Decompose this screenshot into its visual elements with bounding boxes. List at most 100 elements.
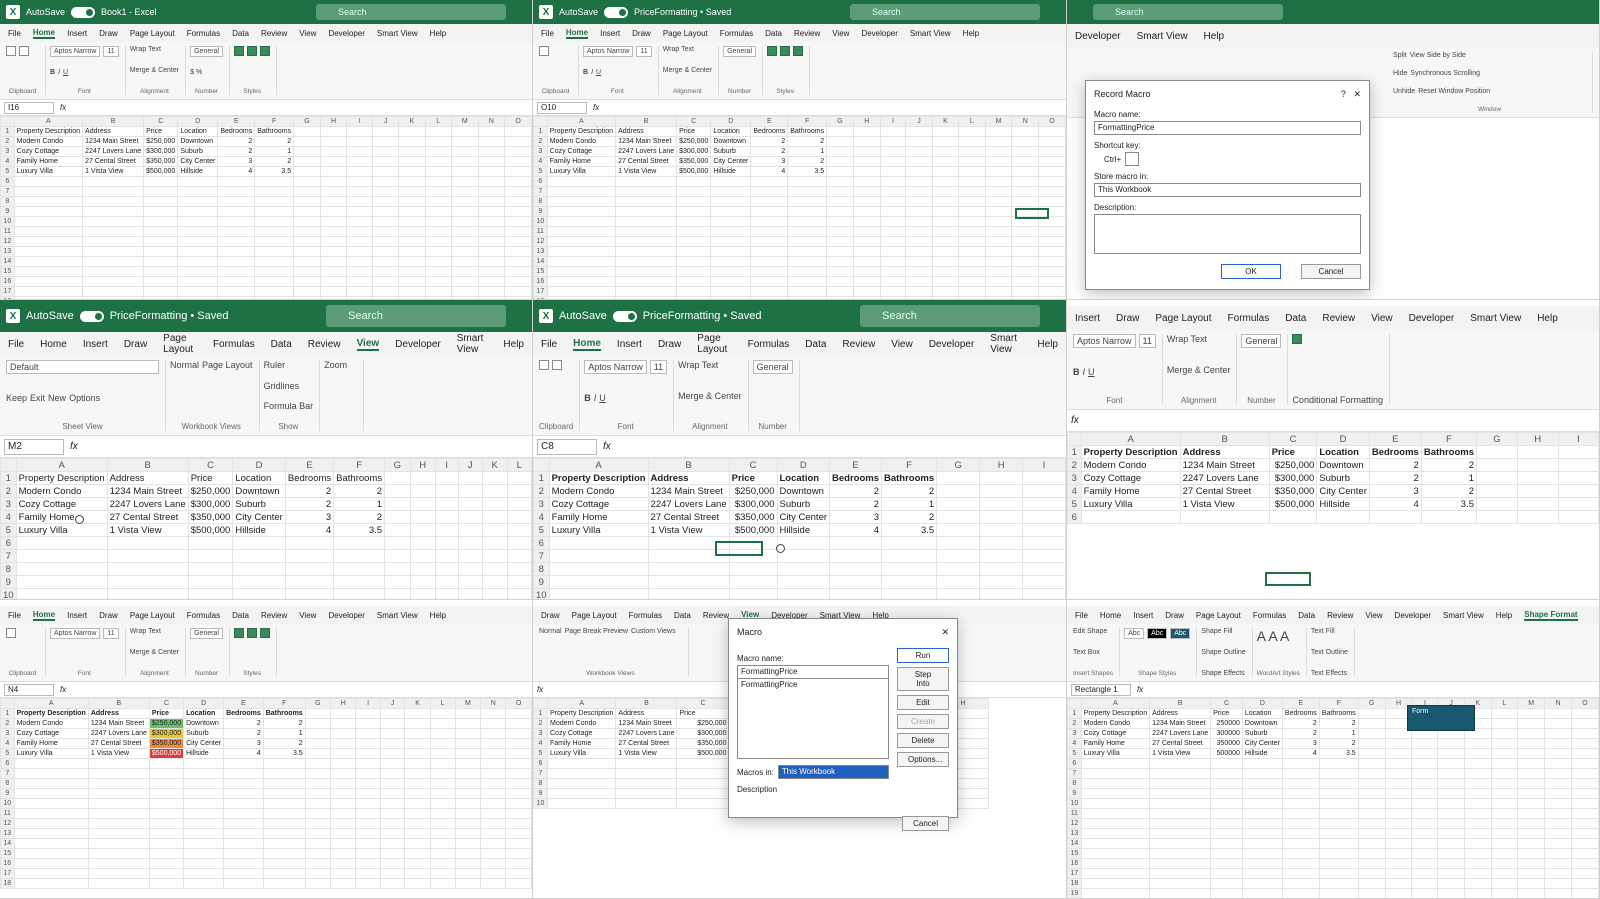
- tab-review[interactable]: Review: [261, 29, 287, 38]
- cell[interactable]: [1570, 808, 1599, 819]
- cell[interactable]: 2247 Lovers Lane: [615, 728, 678, 739]
- row-header[interactable]: 18: [0, 878, 15, 889]
- cell[interactable]: 1 Vista View: [106, 523, 189, 537]
- cell[interactable]: [506, 536, 532, 550]
- cell[interactable]: [187, 536, 234, 550]
- column-header[interactable]: L: [958, 116, 986, 127]
- cell[interactable]: [284, 562, 335, 576]
- worksheet-grid[interactable]: A B C D E F G H I J K L 1 Property Description Address…: [0, 458, 532, 599]
- cell[interactable]: Modern Condo: [13, 718, 89, 729]
- cell[interactable]: [984, 146, 1013, 157]
- cell[interactable]: [504, 236, 532, 247]
- cell[interactable]: Bathrooms: [333, 471, 386, 485]
- cell[interactable]: [936, 497, 981, 511]
- shortcut-key-input[interactable]: [1125, 152, 1140, 166]
- cell[interactable]: [1011, 136, 1040, 147]
- cell[interactable]: [13, 808, 89, 819]
- cell[interactable]: [143, 256, 179, 267]
- row-header[interactable]: 13: [533, 246, 548, 257]
- cell[interactable]: [1384, 818, 1413, 829]
- column-header[interactable]: J: [379, 698, 406, 709]
- cell[interactable]: 1234 Main Street: [87, 718, 150, 729]
- cell[interactable]: [1517, 718, 1546, 729]
- cell[interactable]: [710, 256, 752, 267]
- cell[interactable]: [1411, 888, 1439, 898]
- row-header[interactable]: 3: [0, 146, 15, 157]
- cell[interactable]: [262, 858, 306, 869]
- cell[interactable]: Suburb: [232, 497, 286, 511]
- cell[interactable]: [372, 196, 400, 207]
- cell[interactable]: [232, 536, 286, 550]
- cell[interactable]: 1234 Main Street: [82, 136, 145, 147]
- cell[interactable]: [262, 768, 306, 779]
- cell[interactable]: [319, 216, 348, 227]
- cell[interactable]: [1437, 808, 1465, 819]
- cell[interactable]: [87, 788, 150, 799]
- cell[interactable]: $250,000: [1268, 458, 1318, 472]
- cell[interactable]: [480, 768, 507, 779]
- cell[interactable]: [776, 575, 831, 589]
- cell[interactable]: [404, 728, 431, 739]
- cell[interactable]: [505, 798, 532, 809]
- cell[interactable]: 27 Cental Street: [615, 156, 678, 167]
- cell[interactable]: [319, 286, 348, 297]
- cell[interactable]: [1490, 708, 1519, 719]
- cell[interactable]: Modern Condo: [1080, 458, 1181, 472]
- cell[interactable]: Property Description: [13, 708, 89, 719]
- cell[interactable]: 3: [1368, 484, 1422, 498]
- cell[interactable]: [330, 848, 357, 859]
- cell[interactable]: [931, 216, 960, 227]
- cell[interactable]: [398, 176, 426, 187]
- cell[interactable]: [879, 176, 907, 187]
- row-header[interactable]: 18: [1067, 878, 1082, 889]
- cell[interactable]: [1544, 768, 1572, 779]
- cell[interactable]: [379, 818, 406, 829]
- cell[interactable]: [879, 146, 907, 157]
- cell[interactable]: [984, 186, 1013, 197]
- cell[interactable]: [905, 206, 933, 217]
- run-button[interactable]: Run: [897, 648, 949, 663]
- cell[interactable]: [87, 798, 150, 809]
- cell[interactable]: [1544, 748, 1572, 759]
- cell[interactable]: [183, 868, 225, 879]
- cell[interactable]: [1241, 798, 1283, 809]
- cell[interactable]: [187, 575, 234, 589]
- cell[interactable]: [504, 276, 532, 287]
- selected-cell[interactable]: [1015, 208, 1049, 219]
- cell[interactable]: [319, 156, 348, 167]
- column-header[interactable]: J: [905, 116, 933, 127]
- cell[interactable]: [1570, 708, 1599, 719]
- cell[interactable]: [223, 758, 264, 769]
- column-header[interactable]: G: [936, 458, 981, 472]
- search-box[interactable]: Search: [326, 305, 506, 327]
- help-icon[interactable]: ?: [1341, 89, 1346, 99]
- corner-cell[interactable]: [0, 116, 15, 127]
- cell[interactable]: [787, 216, 828, 227]
- cell[interactable]: Location: [232, 471, 286, 485]
- cell[interactable]: [1544, 888, 1572, 898]
- cell[interactable]: [1557, 484, 1599, 498]
- tab-help[interactable]: Help: [430, 611, 446, 620]
- worksheet-grid[interactable]: A B C D E F G H I J K L M N O 1 Property Description Addr…: [0, 698, 532, 889]
- column-header[interactable]: L: [424, 116, 452, 127]
- cell[interactable]: [506, 562, 532, 576]
- corner-cell[interactable]: [533, 458, 550, 472]
- cell[interactable]: [1411, 738, 1439, 749]
- cell[interactable]: [372, 186, 400, 197]
- column-header[interactable]: C: [143, 116, 179, 127]
- row-header[interactable]: 1: [533, 126, 548, 137]
- cell[interactable]: [548, 575, 649, 589]
- cell[interactable]: Address: [1149, 708, 1212, 719]
- cell[interactable]: [13, 276, 84, 287]
- font-name-select[interactable]: Aptos Narrow: [583, 46, 634, 57]
- column-header[interactable]: B: [82, 116, 145, 127]
- cell[interactable]: $350,000: [148, 738, 185, 749]
- cell[interactable]: [1011, 236, 1040, 247]
- cell[interactable]: [1490, 818, 1519, 829]
- tab-smart-view[interactable]: Smart View: [457, 333, 488, 355]
- number-format-select[interactable]: General: [752, 360, 793, 374]
- cell[interactable]: [304, 858, 332, 869]
- row-header[interactable]: 17: [1067, 868, 1082, 879]
- cancel-button[interactable]: Cancel: [902, 816, 949, 831]
- cell[interactable]: [183, 758, 225, 769]
